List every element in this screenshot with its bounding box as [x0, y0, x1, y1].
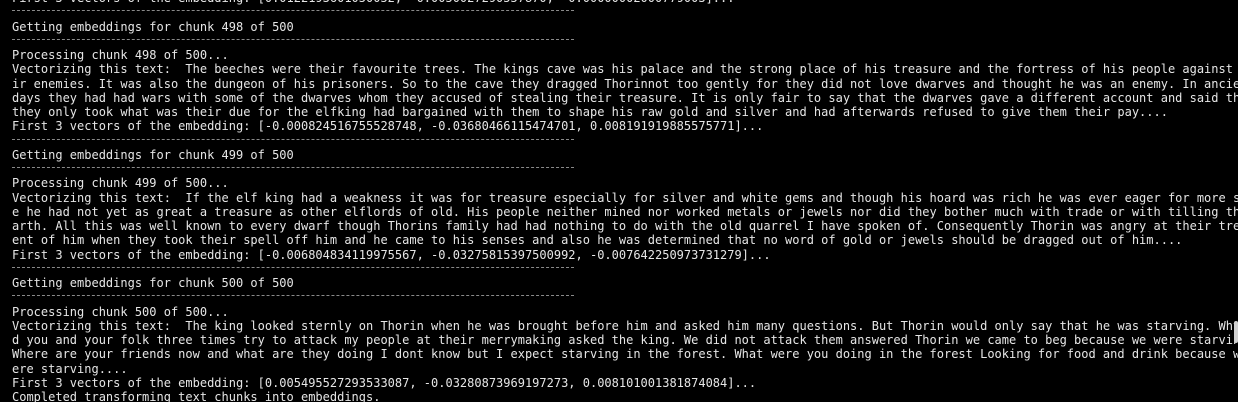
separator-rule: [12, 290, 1238, 304]
terminal-line: Getting embeddings for chunk 500 of 500: [12, 276, 294, 290]
terminal-line: First 3 vectors of the embedding: [-0.00…: [12, 247, 771, 262]
terminal-line: they only took what was their due for th…: [12, 105, 1168, 119]
terminal-line: ent of him when they took their spell of…: [12, 233, 1183, 248]
terminal-line: Processing chunk 500 of 500...: [12, 304, 229, 319]
terminal-line: d you and your folk three times try to a…: [12, 333, 1238, 347]
terminal-line: Getting embeddings for chunk 498 of 500: [12, 19, 294, 34]
dashed-divider: [12, 138, 574, 140]
separator-rule: [12, 34, 1238, 48]
terminal-line: Vectorizing this text: If the elf king h…: [12, 190, 1238, 205]
dashed-divider: [12, 266, 574, 268]
terminal-output: First 3 vectors of the embedding: [0.012…: [12, 0, 1238, 402]
terminal-line: ir enemies. It was also the dungeon of h…: [12, 76, 1238, 91]
terminal-line: Getting embeddings for chunk 499 of 500: [12, 147, 294, 162]
dashed-divider: [12, 295, 574, 297]
terminal-window[interactable]: First 3 vectors of the embedding: [0.012…: [0, 0, 1238, 402]
scrollbar-thumb[interactable]: [1234, 321, 1238, 343]
separator-rule: [12, 162, 1238, 176]
terminal-line: Vectorizing this text: The king looked s…: [12, 318, 1238, 333]
dashed-divider: [12, 167, 574, 168]
terminal-line: ere starving....: [12, 361, 128, 376]
dashed-divider: [12, 10, 574, 12]
terminal-line: Where are your friends now and what are …: [12, 347, 1238, 362]
terminal-line: Processing chunk 498 of 500...: [12, 48, 229, 62]
terminal-line: Completed transforming text chunks into …: [12, 390, 381, 402]
terminal-line: arth. All this was well known to every d…: [12, 219, 1238, 233]
terminal-line: First 3 vectors of the embedding: [0.005…: [12, 375, 757, 390]
separator-rule: [12, 134, 1238, 148]
terminal-line: First 3 vectors of the embedding: [-0.00…: [12, 119, 764, 134]
terminal-line: e he had not yet as great a treasure as …: [12, 204, 1238, 219]
terminal-line: Processing chunk 499 of 500...: [12, 176, 229, 191]
terminal-line: Vectorizing this text: The beeches were …: [12, 62, 1238, 77]
separator-rule: [12, 5, 1238, 19]
separator-rule: [12, 262, 1238, 276]
terminal-line: days they had had wars with some of the …: [12, 90, 1238, 105]
dashed-divider: [12, 38, 574, 40]
